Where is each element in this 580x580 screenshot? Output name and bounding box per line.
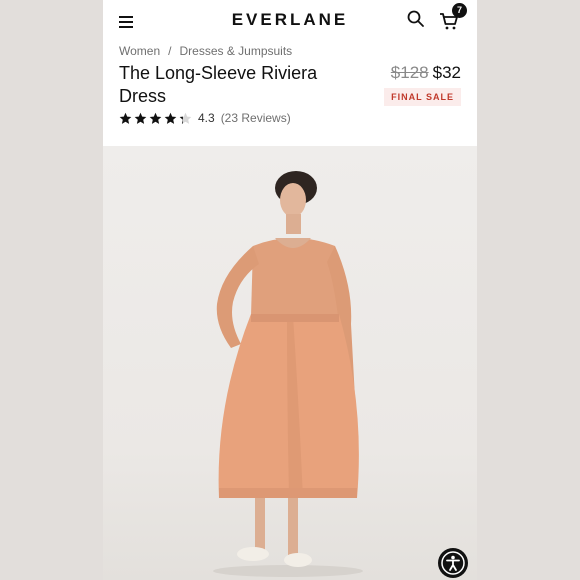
- breadcrumb-women[interactable]: Women: [119, 44, 160, 58]
- right-background: [477, 0, 580, 580]
- price-block: $128 $32 FINAL SALE: [384, 63, 461, 106]
- breadcrumb-separator: /: [168, 44, 172, 58]
- cart-count-badge: 7: [452, 3, 467, 18]
- final-sale-badge: FINAL SALE: [384, 88, 461, 106]
- star-icon: [134, 112, 147, 124]
- product-title: The Long-Sleeve Riviera Dress: [119, 63, 318, 106]
- star-icon: [119, 112, 132, 124]
- model-in-dress-image: [213, 171, 363, 577]
- product-image[interactable]: [103, 146, 477, 580]
- product-page: EVERLANE 7 Women / Dresses & Jumpsuits The…: [103, 0, 477, 580]
- reviews-link[interactable]: (23 Reviews): [221, 111, 291, 125]
- star-icon: [149, 112, 162, 124]
- star-icon: [179, 112, 192, 124]
- original-price: $128: [390, 63, 429, 82]
- accessibility-button[interactable]: [438, 548, 468, 578]
- rating-value: 4.3: [198, 111, 215, 125]
- breadcrumb-dresses-jumpsuits[interactable]: Dresses & Jumpsuits: [179, 44, 292, 58]
- star-rating: [119, 112, 194, 125]
- site-header: EVERLANE 7: [103, 0, 477, 38]
- sale-price: $32: [432, 63, 461, 82]
- rating-row: 4.3 (23 Reviews): [119, 111, 291, 125]
- star-icon: [164, 112, 177, 124]
- accessibility-icon: [441, 551, 465, 575]
- left-background: [0, 0, 103, 580]
- cart-button[interactable]: 7: [439, 3, 467, 31]
- breadcrumb: Women / Dresses & Jumpsuits: [119, 44, 292, 58]
- search-icon[interactable]: [406, 9, 426, 29]
